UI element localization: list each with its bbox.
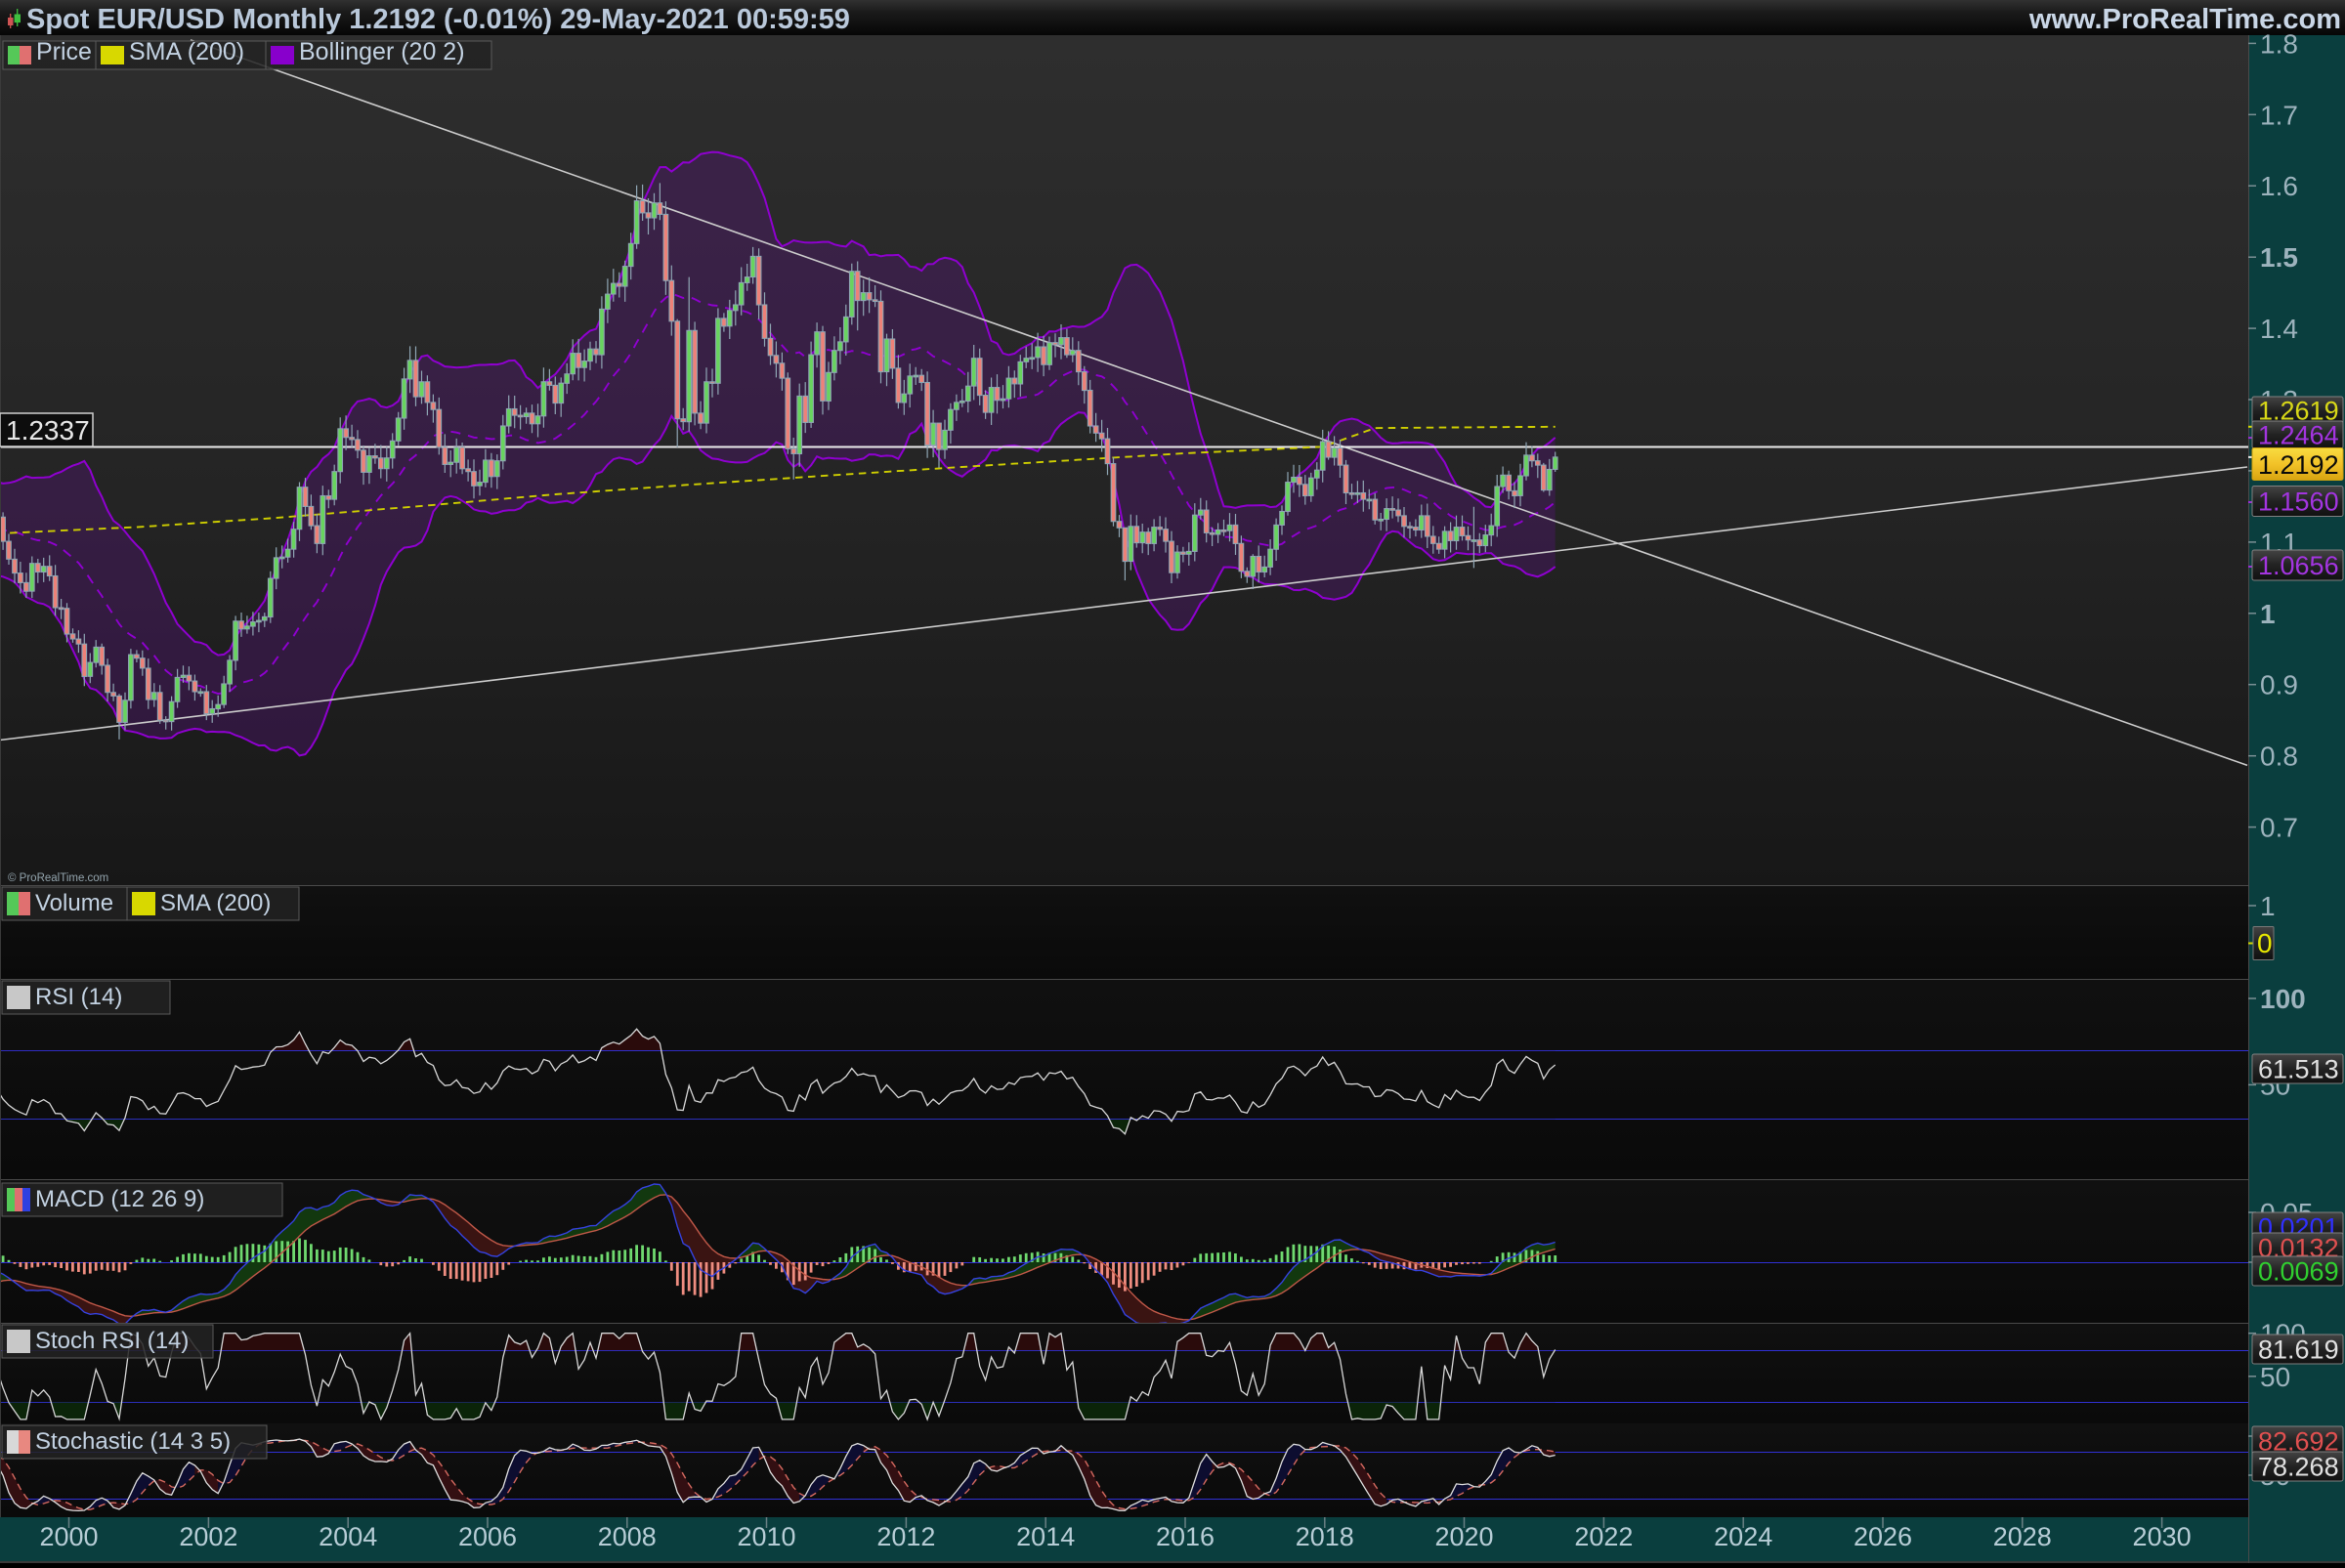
svg-text:MACD (12 26 9): MACD (12 26 9) — [35, 1186, 204, 1212]
svg-text:1.2192: 1.2192 — [2258, 450, 2339, 480]
svg-text:2030: 2030 — [2133, 1522, 2192, 1551]
svg-text:Bollinger (20 2): Bollinger (20 2) — [299, 38, 465, 65]
svg-text:50: 50 — [2260, 1362, 2290, 1392]
svg-text:2000: 2000 — [39, 1522, 98, 1551]
svg-text:1.0656: 1.0656 — [2258, 551, 2339, 580]
svg-text:2010: 2010 — [737, 1522, 795, 1551]
svg-text:2006: 2006 — [458, 1522, 517, 1551]
svg-text:2018: 2018 — [1296, 1522, 1354, 1551]
svg-text:2024: 2024 — [1714, 1522, 1772, 1551]
svg-text:2012: 2012 — [876, 1522, 935, 1551]
svg-text:0.0069: 0.0069 — [2258, 1257, 2339, 1287]
svg-text:1.2337: 1.2337 — [6, 415, 90, 445]
svg-text:Volume: Volume — [35, 890, 113, 916]
svg-text:Price: Price — [36, 38, 92, 65]
svg-text:© ProRealTime.com: © ProRealTime.com — [8, 872, 108, 884]
svg-text:78.268: 78.268 — [2258, 1453, 2339, 1482]
svg-text:2020: 2020 — [1434, 1522, 1493, 1551]
svg-text:1: 1 — [2260, 891, 2276, 921]
svg-text:2008: 2008 — [598, 1522, 657, 1551]
svg-text:0.9: 0.9 — [2260, 670, 2298, 700]
svg-text:2022: 2022 — [1574, 1522, 1633, 1551]
svg-text:81.619: 81.619 — [2258, 1335, 2339, 1365]
svg-text:1.6: 1.6 — [2260, 171, 2298, 201]
svg-text:2026: 2026 — [1854, 1522, 1912, 1551]
svg-text:2002: 2002 — [179, 1522, 237, 1551]
svg-text:www.ProRealTime.com: www.ProRealTime.com — [2028, 4, 2341, 35]
svg-text:2004: 2004 — [319, 1522, 377, 1551]
svg-text:RSI (14): RSI (14) — [35, 984, 122, 1010]
svg-text:Stoch RSI (14): Stoch RSI (14) — [35, 1328, 189, 1354]
svg-text:1.7: 1.7 — [2260, 100, 2298, 130]
svg-text:100: 100 — [2260, 984, 2306, 1014]
svg-text:2014: 2014 — [1016, 1522, 1075, 1551]
svg-text:1.5: 1.5 — [2260, 242, 2298, 273]
svg-text:0.7: 0.7 — [2260, 813, 2298, 843]
svg-text:0.8: 0.8 — [2260, 742, 2298, 772]
svg-text:SMA (200): SMA (200) — [160, 890, 271, 916]
svg-text:2028: 2028 — [1993, 1522, 2052, 1551]
svg-text:1.2464: 1.2464 — [2258, 421, 2339, 450]
svg-text:61.513: 61.513 — [2258, 1055, 2339, 1084]
svg-text:1.1560: 1.1560 — [2258, 487, 2339, 517]
svg-text:1: 1 — [2260, 599, 2276, 629]
svg-text:1.4: 1.4 — [2260, 314, 2298, 344]
svg-text:Spot EUR/USD Monthly 1.2192 (-: Spot EUR/USD Monthly 1.2192 (-0.01%) 29-… — [26, 4, 850, 35]
svg-text:Stochastic (14 3 5): Stochastic (14 3 5) — [35, 1428, 231, 1455]
svg-text:SMA (200): SMA (200) — [129, 38, 244, 65]
svg-text:0: 0 — [2257, 928, 2273, 958]
svg-text:2016: 2016 — [1156, 1522, 1215, 1551]
